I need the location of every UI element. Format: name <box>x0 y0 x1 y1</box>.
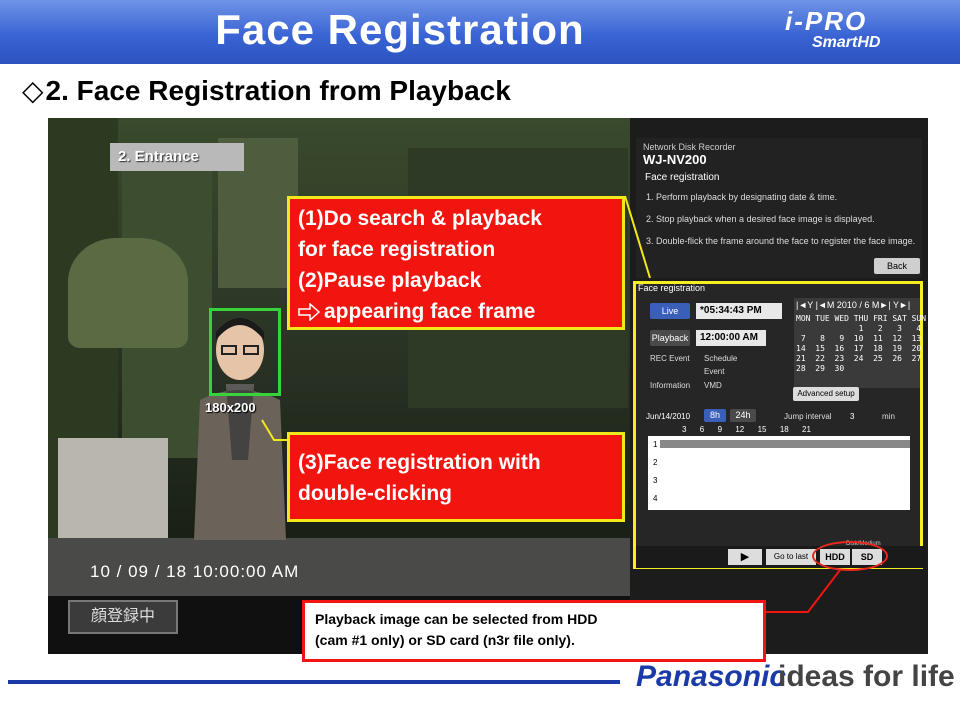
ipro-logo: i-PRO <box>785 6 868 36</box>
calendar-week-5[interactable]: 28 29 30 <box>796 364 844 373</box>
callout1-line3: (2)Pause playback <box>298 269 482 292</box>
live-button[interactable]: Live <box>650 303 690 319</box>
live-time-field: *05:34:43 PM <box>696 303 782 319</box>
calendar-weekdays: MON TUE WED THU FRI SAT SUN <box>796 314 927 323</box>
advanced-setup-button[interactable]: Advanced setup <box>793 387 859 401</box>
callout1-line2: for face registration <box>298 238 496 261</box>
timeline-date: Jun/14/2010 <box>646 412 691 421</box>
nvr-model-label: WJ-NV200 <box>643 152 707 167</box>
calendar-week-4[interactable]: 21 22 23 24 25 26 27 <box>796 354 921 363</box>
face-size-label: 180x200 <box>205 400 256 415</box>
callout2-line1: (3)Face registration with <box>298 451 541 474</box>
callout3-line2: (cam #1 only) or SD card (n3r file only)… <box>315 632 575 648</box>
hdd-sd-highlight-circle <box>812 541 888 571</box>
nvr-step-1: 1. Perform playback by designating date … <box>646 192 838 202</box>
schedule-checkbox[interactable]: Schedule <box>704 354 737 363</box>
jump-interval-value[interactable]: 3 <box>850 412 854 421</box>
playback-time-field[interactable]: 12:00:00 AM <box>696 330 766 346</box>
footer-rule <box>8 680 620 684</box>
timeline-ticks: 3 6 9 12 15 18 21 <box>682 425 811 434</box>
callout1-line1: (1)Do search & playback <box>298 207 542 230</box>
callout-search-playback: (1)Do search & playback for face registr… <box>287 196 625 330</box>
date-calendar[interactable] <box>794 298 920 388</box>
calendar-week-2[interactable]: 7 8 9 10 11 12 13 <box>796 334 921 343</box>
callout3-line1: Playback image can be selected from HDD <box>315 611 598 627</box>
footer-tagline: ideas for life <box>778 660 955 693</box>
back-button[interactable]: Back <box>874 258 920 274</box>
play-button[interactable]: ▶ <box>728 549 762 565</box>
timeline-cam-3: 3 <box>653 476 658 485</box>
diamond-bullet-icon: ◇ <box>22 75 44 106</box>
subtitle-text: 2. Face Registration from Playback <box>45 75 511 106</box>
calendar-header[interactable]: |◄Y |◄M 2010 / 6 M►| Y►| <box>796 300 910 310</box>
timeline-cam-4: 4 <box>653 494 658 503</box>
event-checkbox[interactable]: Event <box>704 367 724 376</box>
calendar-week-3[interactable]: 14 15 16 17 18 19 20 <box>796 344 921 353</box>
callout1-line4-row: appearing face frame <box>298 296 614 327</box>
callout2-line2: double-clicking <box>298 482 453 505</box>
face-detection-frame[interactable] <box>209 308 281 396</box>
nvr-step-3: 3. Double-flick the frame around the fac… <box>646 236 916 246</box>
jump-interval-unit: min <box>882 412 895 421</box>
calendar-week-1[interactable]: 1 2 3 4 5 6 <box>796 324 960 333</box>
vmd-checkbox[interactable]: VMD <box>704 381 722 390</box>
nvr-heading: Face registration <box>645 172 720 183</box>
panel-title: Face registration <box>638 283 706 293</box>
callout-hdd-sd: Playback image can be selected from HDD … <box>302 600 766 662</box>
callout1-line4: appearing face frame <box>324 300 536 323</box>
information-label: Information <box>650 381 691 390</box>
nvr-brand-label: Network Disk Recorder <box>643 142 736 152</box>
nvr-step-2: 2. Stop playback when a desired face ima… <box>646 214 875 224</box>
timeline-cam-2: 2 <box>653 458 658 467</box>
rec-event-label: REC Event <box>650 354 690 363</box>
jump-interval-label: Jump interval <box>784 412 832 421</box>
registration-status-button[interactable]: 顔登録中 <box>68 600 178 634</box>
go-to-last-button[interactable]: Go to last <box>766 549 816 565</box>
range-24h-button[interactable]: 24h <box>730 409 756 422</box>
page-title: Face Registration <box>215 6 585 53</box>
arrow-right-icon <box>298 303 320 322</box>
section-subtitle: ◇2. Face Registration from Playback <box>22 74 511 107</box>
panasonic-logo: Panasonic <box>636 660 787 693</box>
callout-double-click: (3)Face registration with double-clickin… <box>287 432 625 522</box>
timeline-cam-1: 1 <box>653 440 658 449</box>
timeline-bar <box>660 440 910 448</box>
playback-button[interactable]: Playback <box>650 330 690 346</box>
smarthd-logo: SmartHD <box>812 34 881 51</box>
range-8h-button[interactable]: 8h <box>704 409 726 422</box>
playback-timestamp: 10 / 09 / 18 10:00:00 AM <box>90 562 300 581</box>
camera-name-label: 2. Entrance <box>110 143 244 171</box>
